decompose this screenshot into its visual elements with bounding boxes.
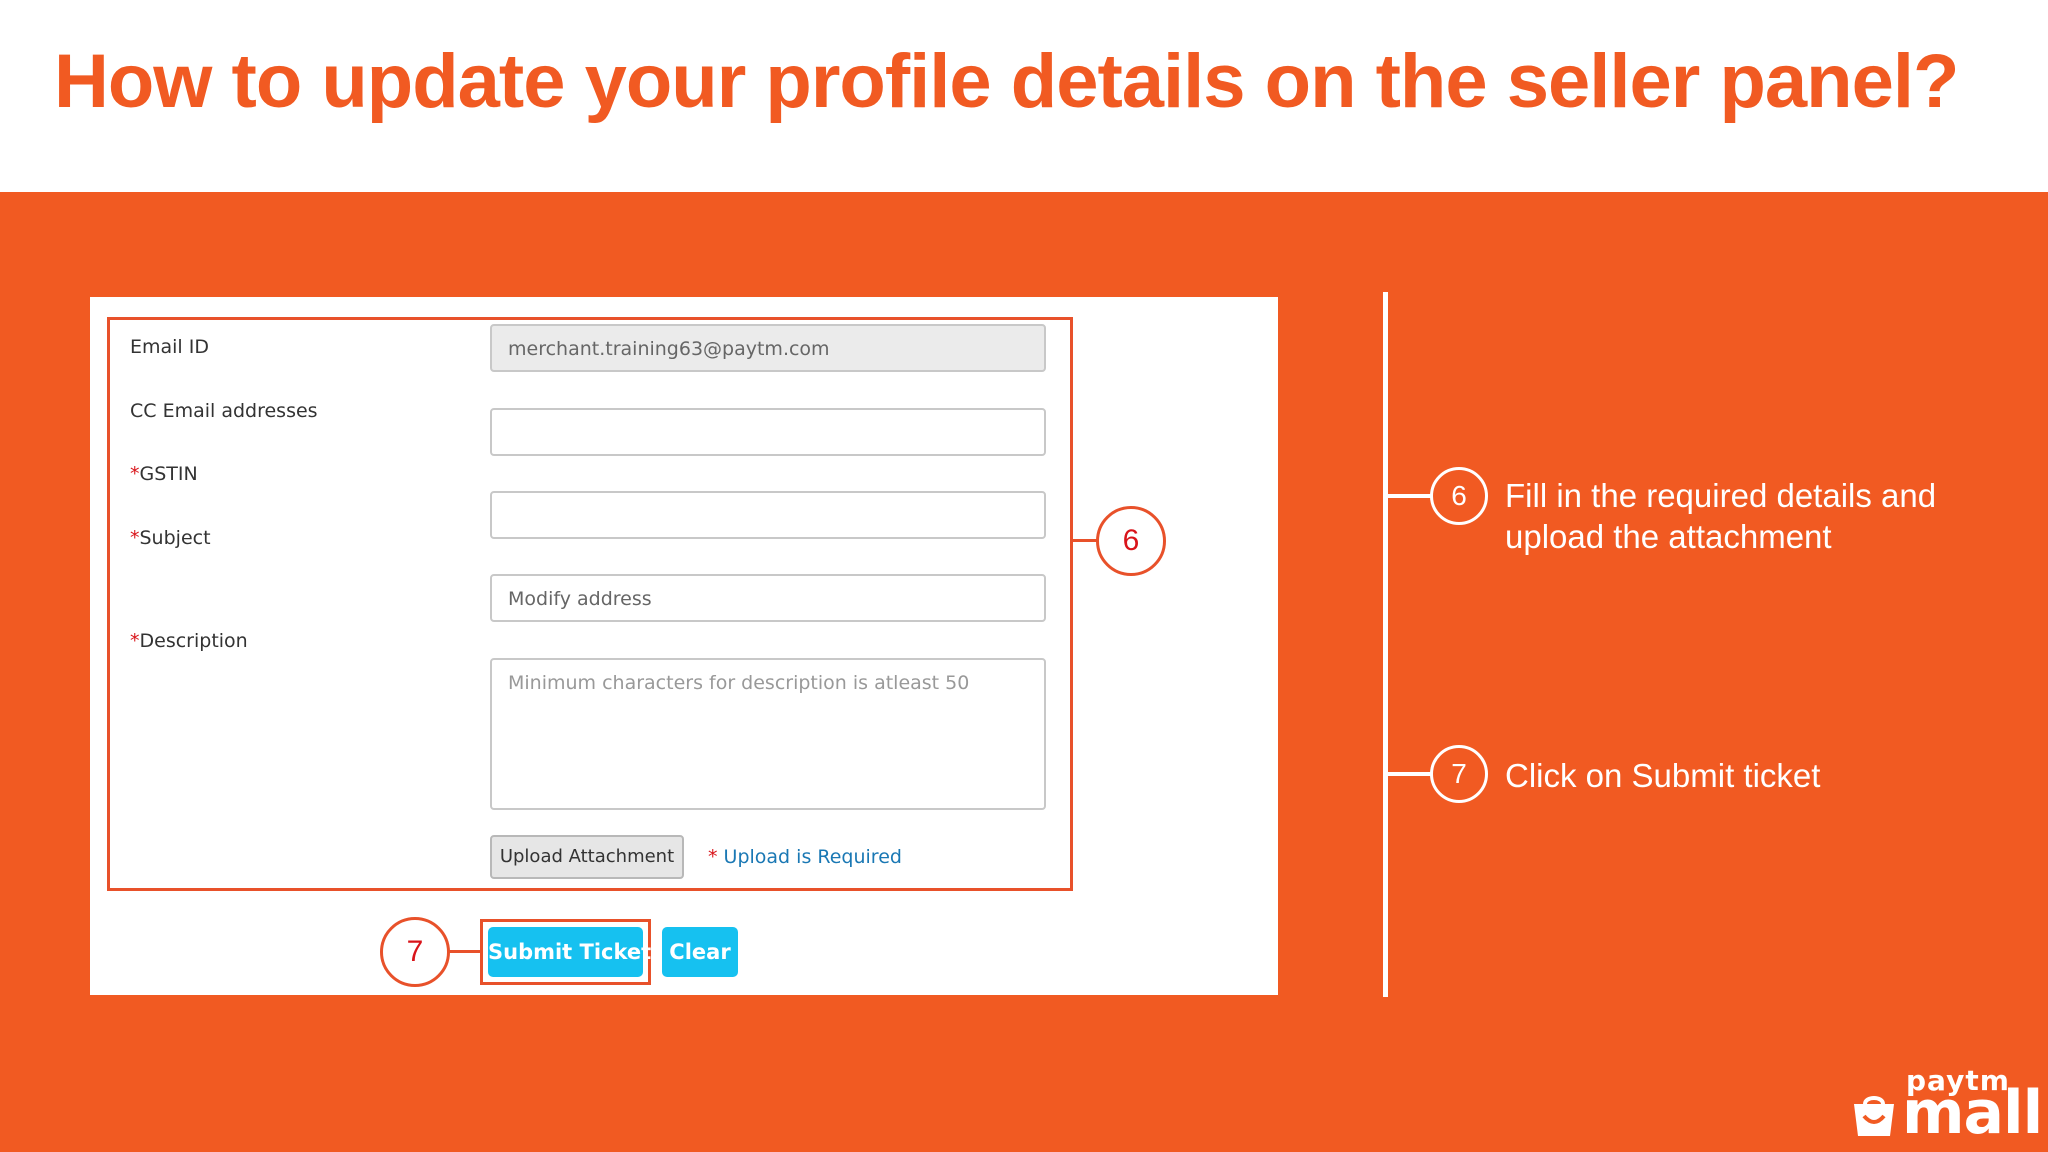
form-highlight-box: Email ID merchant.training63@paytm.com C… [107, 317, 1073, 891]
cc-email-field[interactable] [490, 408, 1046, 456]
step-text-6: Fill in the required details and upload … [1505, 477, 1937, 555]
step-connector [1388, 772, 1432, 776]
callout-connector [1070, 539, 1098, 542]
step-number-7: 7 [1430, 745, 1488, 803]
paytm-mall-logo: paytm mall [1850, 1064, 2043, 1148]
cc-email-label: CC Email addresses [130, 400, 318, 422]
steps-timeline [1383, 292, 1388, 997]
subject-field[interactable]: Modify address [490, 574, 1046, 622]
step-connector [1388, 494, 1432, 498]
email-id-field[interactable]: merchant.training63@paytm.com [490, 324, 1046, 372]
callout-marker-6: 6 [1096, 506, 1166, 576]
logo-mall-text: mall [1902, 1078, 2043, 1148]
description-field[interactable]: Minimum characters for description is at… [490, 658, 1046, 810]
callout-marker-7: 7 [380, 917, 450, 987]
required-marker: * [130, 463, 140, 485]
upload-required-note: * Upload is Required [708, 846, 902, 868]
description-label: *Description [130, 630, 248, 652]
required-marker: * [130, 630, 140, 652]
upload-attachment-button[interactable]: Upload Attachment [490, 835, 684, 879]
submit-ticket-button[interactable]: Submit Ticket [488, 927, 651, 977]
required-marker: * [130, 527, 140, 549]
clear-button[interactable]: Clear [662, 927, 738, 977]
shopping-bag-icon [1854, 1096, 1894, 1136]
gstin-field[interactable] [490, 491, 1046, 539]
subject-label: *Subject [130, 527, 211, 549]
email-id-label: Email ID [130, 336, 209, 358]
step-text-7: Click on Submit ticket [1505, 757, 1821, 794]
page-title: How to update your profile details on th… [54, 39, 1959, 124]
gstin-label: *GSTIN [130, 463, 198, 485]
slide-header: How to update your profile details on th… [0, 0, 2048, 192]
callout-connector [448, 950, 482, 953]
step-number-6: 6 [1430, 467, 1488, 525]
seller-panel-screenshot: Email ID merchant.training63@paytm.com C… [90, 297, 1278, 995]
